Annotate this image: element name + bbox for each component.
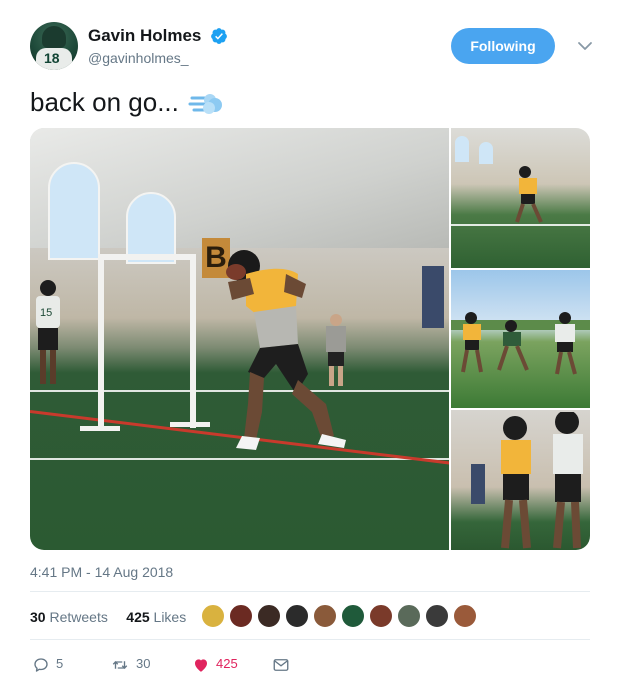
divider bbox=[30, 591, 590, 592]
likes-count: 425 bbox=[126, 609, 150, 625]
liker-avatar[interactable] bbox=[396, 603, 422, 629]
likes-stat[interactable]: 425 Likes bbox=[126, 603, 186, 631]
reply-button[interactable]: 5 bbox=[32, 654, 63, 674]
liker-avatar[interactable] bbox=[284, 603, 310, 629]
retweets-stat[interactable]: 30 Retweets bbox=[30, 603, 108, 631]
tweet-header: 18 Gavin Holmes @gavinholmes_ Following bbox=[30, 22, 595, 78]
retweets-count: 30 bbox=[30, 609, 46, 625]
liker-avatar[interactable] bbox=[200, 603, 226, 629]
background-jersey-number: 15 bbox=[40, 307, 52, 319]
field-line bbox=[30, 458, 449, 460]
pvc-base bbox=[170, 422, 210, 427]
retweet-icon bbox=[112, 660, 128, 669]
pvc-post bbox=[190, 258, 196, 428]
reply-icon bbox=[34, 657, 48, 672]
liker-avatar[interactable] bbox=[424, 603, 450, 629]
user-handle[interactable]: @gavinholmes_ bbox=[88, 50, 228, 66]
photo-side-3[interactable] bbox=[451, 410, 590, 550]
tweet-text: back on go... bbox=[30, 86, 224, 118]
window-left bbox=[48, 162, 100, 260]
heart-icon bbox=[195, 658, 207, 672]
liker-avatar[interactable] bbox=[312, 603, 338, 629]
liker-avatar[interactable] bbox=[340, 603, 366, 629]
pvc-crossbar bbox=[98, 254, 196, 260]
liker-avatar[interactable] bbox=[452, 603, 478, 629]
photo-side-1[interactable] bbox=[451, 128, 590, 268]
like-button[interactable]: 425 bbox=[192, 654, 238, 674]
liker-avatar[interactable] bbox=[368, 603, 394, 629]
liker-avatar[interactable] bbox=[256, 603, 282, 629]
field-line bbox=[451, 224, 590, 226]
pvc-post bbox=[98, 254, 104, 430]
reply-count: 5 bbox=[56, 656, 64, 671]
background-player: 15 bbox=[36, 280, 60, 384]
avatar[interactable]: 18 bbox=[30, 22, 78, 70]
avatar-jersey-number: 18 bbox=[44, 50, 60, 66]
photo-side-2[interactable] bbox=[451, 270, 590, 408]
envelope-icon bbox=[273, 658, 289, 671]
dash-emoji-icon bbox=[188, 94, 223, 115]
retweets-label: Retweets bbox=[49, 609, 108, 625]
side-player bbox=[515, 166, 543, 223]
divider bbox=[30, 639, 590, 640]
window bbox=[455, 136, 469, 162]
likes-label: Likes bbox=[153, 609, 187, 625]
direct-message-button[interactable] bbox=[272, 654, 296, 674]
display-name[interactable]: Gavin Holmes bbox=[88, 26, 201, 46]
chevron-down-icon[interactable] bbox=[575, 36, 595, 56]
wall-banner bbox=[422, 266, 444, 328]
retweet-button[interactable]: 30 bbox=[110, 654, 150, 674]
verified-badge-icon bbox=[210, 28, 227, 44]
retweet-count: 30 bbox=[136, 656, 151, 671]
avatar-helmet bbox=[42, 26, 66, 48]
background-coach bbox=[326, 314, 346, 386]
wall-banner bbox=[471, 464, 485, 504]
tweet-stats: 30 Retweets 425 Likes bbox=[30, 603, 590, 633]
side-players-closeup bbox=[501, 412, 583, 549]
photo-main[interactable]: B 15 bbox=[30, 128, 449, 550]
tweet-actions: 5 30 425 bbox=[30, 654, 590, 674]
tweet-text-content: back on go... bbox=[30, 87, 179, 117]
like-count: 425 bbox=[216, 656, 238, 671]
window bbox=[479, 142, 493, 164]
tweet-timestamp[interactable]: 4:41 PM - 14 Aug 2018 bbox=[30, 564, 173, 580]
pvc-base bbox=[80, 426, 120, 431]
user-info[interactable]: Gavin Holmes @gavinholmes_ bbox=[88, 26, 228, 66]
liker-avatar[interactable] bbox=[228, 603, 254, 629]
side-players-group bbox=[461, 312, 577, 375]
media-grid: B 15 bbox=[30, 128, 590, 550]
following-button[interactable]: Following bbox=[451, 28, 555, 64]
